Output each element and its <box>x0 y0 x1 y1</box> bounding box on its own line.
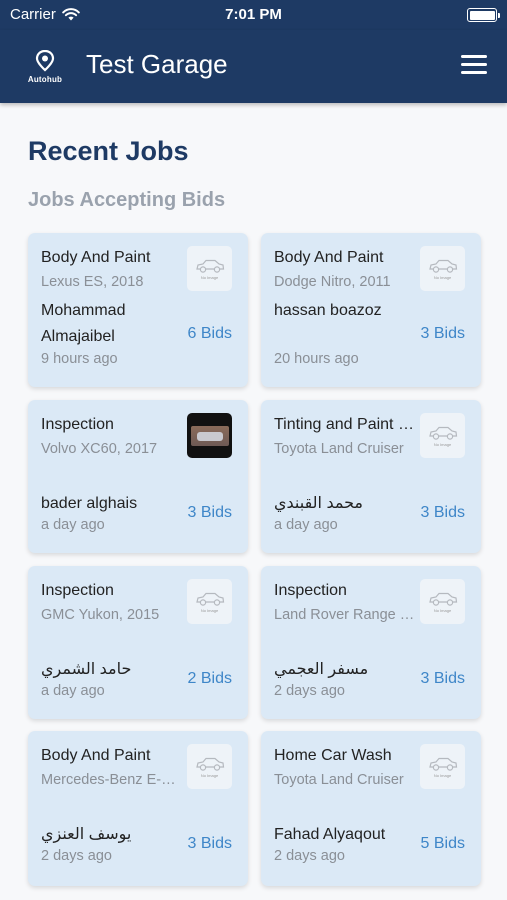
no-image-caption: No Image <box>433 607 452 613</box>
job-title: Body And Paint <box>41 747 151 764</box>
job-vehicle: GMC Yukon, 2015 <box>41 607 160 623</box>
job-card[interactable]: Inspection Volvo XC60, 2017 bader alghais a… <box>28 400 248 553</box>
job-vehicle: Lexus ES, 2018 <box>41 274 144 290</box>
no-image-caption: No Image <box>200 607 219 613</box>
no-image-placeholder: No Image <box>420 413 465 458</box>
job-time: 20 hours ago <box>274 351 359 367</box>
bids-count[interactable]: 2 Bids <box>188 670 232 688</box>
customer-name: مسفر العجمي <box>274 661 369 678</box>
job-photo <box>187 413 232 458</box>
car-icon <box>428 259 457 273</box>
no-image-caption: No Image <box>433 274 452 280</box>
job-vehicle: Toyota Land Cruiser <box>274 441 404 457</box>
no-image-placeholder: No Image <box>420 579 465 624</box>
no-image-placeholder: No Image <box>187 579 232 624</box>
car-icon <box>195 757 224 771</box>
car-icon <box>195 592 224 606</box>
no-image-caption: No Image <box>200 772 219 778</box>
status-time: 7:01 PM <box>225 6 282 23</box>
job-time: 2 days ago <box>274 683 345 699</box>
car-icon <box>428 426 457 440</box>
no-image-placeholder: No Image <box>187 246 232 291</box>
job-time: 2 days ago <box>274 848 345 864</box>
page-title: Recent Jobs <box>28 136 189 166</box>
battery-icon <box>467 8 500 22</box>
job-time: a day ago <box>274 517 338 533</box>
job-time: a day ago <box>41 517 105 533</box>
job-vehicle: Mercedes-Benz E-Class <box>41 772 183 788</box>
customer-name: محمد القبندي <box>274 495 363 512</box>
job-card[interactable]: Body And Paint Mercedes-Benz E-Class No Im… <box>28 731 248 886</box>
garage-title: Test Garage <box>86 49 228 79</box>
customer-name: Fahad Alyaqout <box>274 826 386 843</box>
job-time: 2 days ago <box>41 848 112 864</box>
car-icon <box>428 592 457 606</box>
job-title: Body And Paint <box>274 249 384 266</box>
bids-count[interactable]: 3 Bids <box>421 670 465 688</box>
job-vehicle: Toyota Land Cruiser <box>274 772 404 788</box>
nav-bar: Autohub Test Garage <box>0 30 507 103</box>
job-card[interactable]: Inspection Land Rover Range Rover No Image… <box>261 566 481 719</box>
bids-count[interactable]: 3 Bids <box>188 504 232 522</box>
job-title: Inspection <box>41 416 114 433</box>
no-image-caption: No Image <box>433 441 452 447</box>
customer-name: Mohammad Almajaibel <box>41 302 126 345</box>
job-card[interactable]: Body And Paint Lexus ES, 2018 No Image Moha… <box>28 233 248 387</box>
bids-count[interactable]: 6 Bids <box>188 325 232 343</box>
status-bar: Carrier 7:01 PM <box>0 0 507 30</box>
customer-name: bader alghais <box>41 495 138 512</box>
no-image-placeholder: No Image <box>187 744 232 789</box>
location-pin-icon <box>35 49 55 72</box>
bids-count[interactable]: 5 Bids <box>421 835 465 853</box>
job-title: Inspection <box>41 582 114 599</box>
logo-text: Autohub <box>27 75 63 84</box>
no-image-caption: No Image <box>200 274 219 280</box>
job-title: Body And Paint <box>41 249 151 266</box>
job-time: a day ago <box>41 683 105 699</box>
job-vehicle: Land Rover Range Rover <box>274 607 416 623</box>
customer-name: hassan boazoz <box>274 302 382 319</box>
car-icon <box>195 259 224 273</box>
job-vehicle: Volvo XC60, 2017 <box>41 441 158 457</box>
job-card[interactable]: Home Car Wash Toyota Land Cruiser No Image… <box>261 731 481 886</box>
no-image-placeholder: No Image <box>420 744 465 789</box>
job-vehicle: Dodge Nitro, 2011 <box>274 274 391 290</box>
no-image-caption: No Image <box>433 772 452 778</box>
customer-name: يوسف العنزي <box>41 826 132 843</box>
job-title: Home Car Wash <box>274 747 392 764</box>
no-image-placeholder: No Image <box>420 246 465 291</box>
job-time: 9 hours ago <box>41 351 118 367</box>
job-card[interactable]: Tinting and Paint Protection Toyota Land … <box>261 400 481 553</box>
car-icon <box>428 757 457 771</box>
bids-count[interactable]: 3 Bids <box>188 835 232 853</box>
job-title: Inspection <box>274 582 347 599</box>
job-card[interactable]: Inspection GMC Yukon, 2015 No Image حامد ال… <box>28 566 248 719</box>
menu-icon[interactable] <box>461 55 487 75</box>
customer-name: حامد الشمري <box>41 661 132 678</box>
bids-count[interactable]: 3 Bids <box>421 325 465 343</box>
section-title: Jobs Accepting Bids <box>28 189 226 211</box>
job-title: Tinting and Paint Protection <box>274 416 424 433</box>
autohub-logo[interactable]: Autohub <box>22 49 68 84</box>
job-card[interactable]: Body And Paint Dodge Nitro, 2011 No Image h… <box>261 233 481 387</box>
bids-count[interactable]: 3 Bids <box>421 504 465 522</box>
